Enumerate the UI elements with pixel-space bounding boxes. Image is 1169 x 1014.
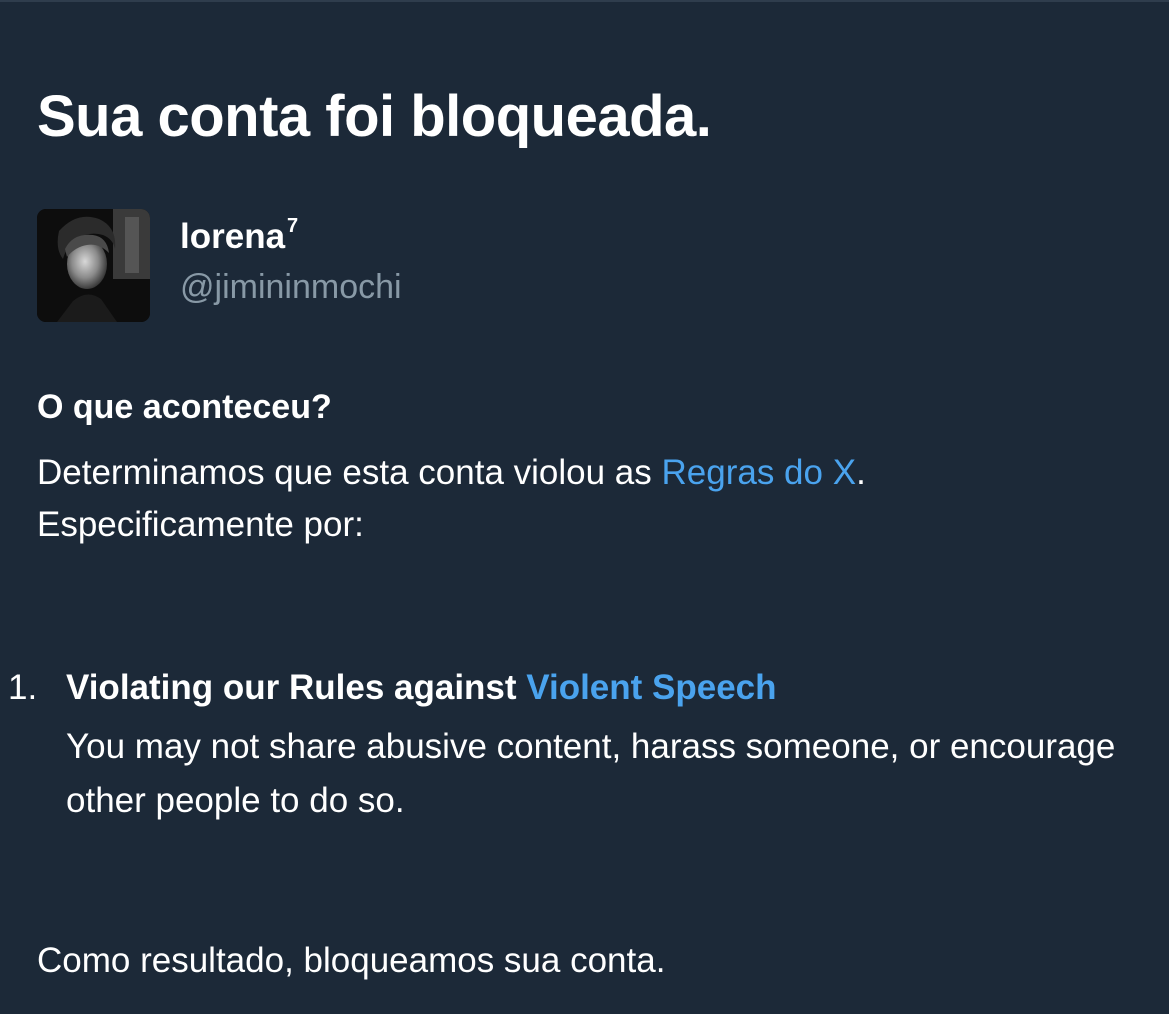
page-title: Sua conta foi bloqueada. <box>37 84 712 149</box>
violation-number: 1. <box>8 668 38 707</box>
display-name-text: lorena <box>180 217 286 256</box>
violation-title-text: Violating our Rules against <box>66 668 527 707</box>
specifically-text: Especificamente por: <box>37 505 364 544</box>
explanation-period: . <box>856 453 866 492</box>
rules-link[interactable]: Regras do X <box>662 453 857 492</box>
violation-description: You may not share abusive content, haras… <box>66 727 1116 820</box>
display-name-suffix: 7 <box>287 215 299 237</box>
display-name[interactable]: lorena 7 <box>180 215 298 259</box>
violation-explanation: Determinamos que esta conta violou as Re… <box>37 447 1137 551</box>
profile-photo-icon <box>37 209 150 322</box>
avatar <box>37 209 150 322</box>
explanation-text: Determinamos que esta conta violou as <box>37 453 662 492</box>
account-handle: @jimininmochi <box>180 268 402 306</box>
result-text: Como resultado, bloqueamos sua conta. <box>37 941 666 980</box>
account-card: lorena 7 @jimininmochi <box>37 209 637 324</box>
violation-title: Violating our Rules against Violent Spee… <box>66 663 777 713</box>
what-happened-heading: O que aconteceu? <box>37 388 332 426</box>
violent-speech-link[interactable]: Violent Speech <box>526 668 776 707</box>
top-divider <box>0 0 1169 2</box>
